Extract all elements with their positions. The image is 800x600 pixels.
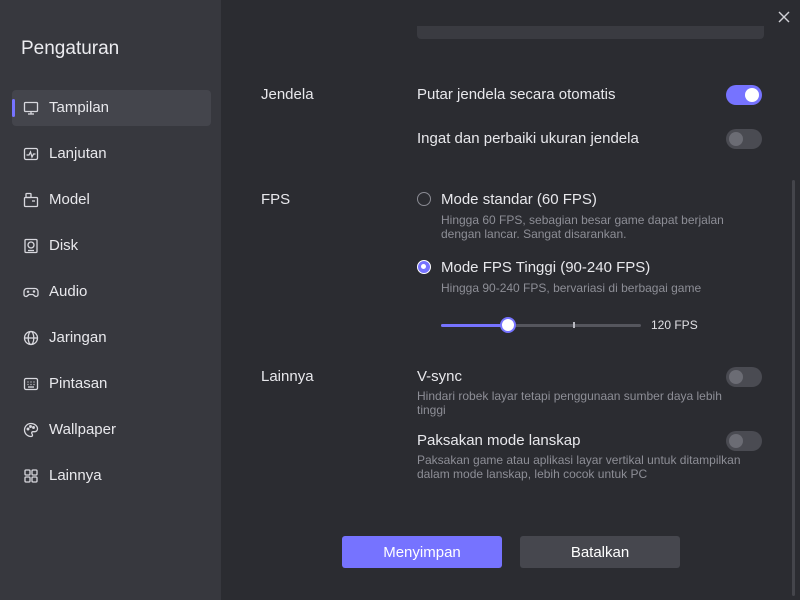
vsync-toggle[interactable] <box>726 367 762 387</box>
sidebar-item-pintasan[interactable]: Pintasan <box>12 366 211 402</box>
toggle-knob <box>729 370 743 384</box>
sidebar-item-label: Lainnya <box>49 467 102 484</box>
landscape-toggle[interactable] <box>726 431 762 451</box>
sidebar-item-jaringan[interactable]: Jaringan <box>12 320 211 356</box>
slider-thumb[interactable] <box>499 317 516 333</box>
fps-standard-desc: Hingga 60 FPS, sebagian besar game dapat… <box>441 213 724 241</box>
landscape-label: Paksakan mode lanskap <box>417 432 581 449</box>
sidebar: Pengaturan Tampilan Lanjutan Model Disk … <box>0 0 221 600</box>
disk-icon <box>23 238 39 254</box>
auto-rotate-toggle[interactable] <box>726 85 762 105</box>
save-button[interactable]: Menyimpan <box>342 536 502 568</box>
monitor-icon <box>23 100 39 116</box>
sidebar-item-label: Lanjutan <box>49 145 107 162</box>
sidebar-item-audio[interactable]: Audio <box>12 274 211 310</box>
fps-high-radio[interactable] <box>417 260 431 274</box>
sidebar-item-wallpaper[interactable]: Wallpaper <box>12 412 211 448</box>
sidebar-item-label: Disk <box>49 237 79 254</box>
close-icon <box>775 8 793 26</box>
sidebar-item-disk[interactable]: Disk <box>12 228 211 264</box>
fps-high-label[interactable]: Mode FPS Tinggi (90-240 FPS) <box>441 259 650 276</box>
sidebar-item-label: Audio <box>49 283 88 300</box>
keyboard-icon <box>23 376 39 392</box>
landscape-desc: Paksakan game atau aplikasi layar vertik… <box>417 453 741 481</box>
sidebar-item-label: Wallpaper <box>49 421 116 438</box>
settings-panel: Jendela Putar jendela secara otomatis In… <box>221 0 800 600</box>
fps-value-label: 120 FPS <box>651 318 698 332</box>
auto-rotate-label: Putar jendela secara otomatis <box>417 86 616 103</box>
toggle-knob <box>729 132 743 146</box>
sidebar-item-lanjutan[interactable]: Lanjutan <box>12 136 211 172</box>
close-button[interactable] <box>775 8 793 26</box>
scrollbar[interactable] <box>792 180 795 596</box>
previous-section-edge <box>417 26 764 39</box>
sidebar-item-label: Model <box>49 191 90 208</box>
section-label-fps: FPS <box>261 191 291 208</box>
activity-icon <box>23 146 39 162</box>
vsync-desc: Hindari robek layar tetapi penggunaan su… <box>417 389 722 417</box>
sidebar-item-label: Pintasan <box>49 375 108 392</box>
slider-fill <box>441 324 508 327</box>
toggle-knob <box>745 88 759 102</box>
palette-icon <box>23 422 39 438</box>
fps-standard-radio[interactable] <box>417 192 431 206</box>
sidebar-item-lainnya[interactable]: Lainnya <box>12 458 211 494</box>
remember-size-label: Ingat dan perbaiki ukuran jendela <box>417 130 639 147</box>
section-label-other: Lainnya <box>261 368 314 385</box>
globe-icon <box>23 330 39 346</box>
toggle-knob <box>729 434 743 448</box>
sidebar-item-label: Jaringan <box>49 329 107 346</box>
slider-tick <box>573 322 576 328</box>
remember-size-toggle[interactable] <box>726 129 762 149</box>
vsync-label: V-sync <box>417 368 463 385</box>
cancel-button[interactable]: Batalkan <box>520 536 680 568</box>
sidebar-item-tampilan[interactable]: Tampilan <box>12 90 211 126</box>
fps-slider[interactable] <box>441 315 641 335</box>
fps-standard-label[interactable]: Mode standar (60 FPS) <box>441 191 597 208</box>
fps-high-desc: Hingga 90-240 FPS, bervariasi di berbaga… <box>441 281 702 295</box>
sidebar-title: Pengaturan <box>21 38 120 59</box>
gamepad-icon <box>23 284 39 300</box>
sidebar-item-label: Tampilan <box>49 99 110 116</box>
grid-icon <box>23 468 39 484</box>
sidebar-item-model[interactable]: Model <box>12 182 211 218</box>
device-icon <box>23 192 39 208</box>
section-label-window: Jendela <box>261 86 314 103</box>
